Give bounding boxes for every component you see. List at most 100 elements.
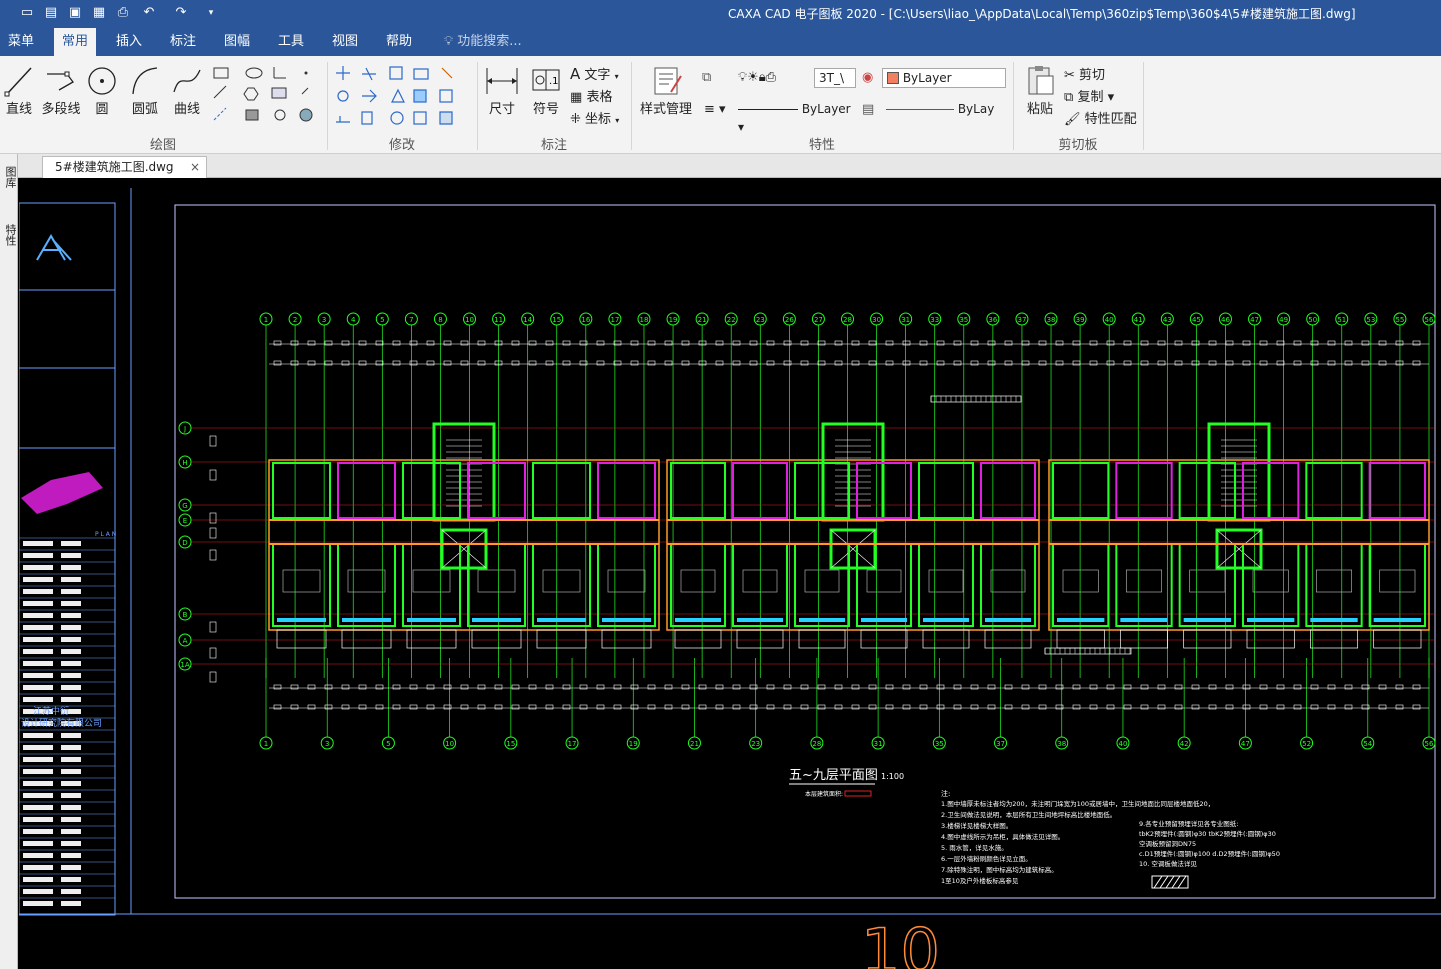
room-upper	[597, 462, 656, 519]
axis-label: 47	[1250, 316, 1259, 324]
save-as-icon[interactable]: ▦	[90, 4, 108, 22]
new-file-icon[interactable]: ▭	[18, 4, 36, 22]
axis-label: 5	[380, 316, 384, 324]
redo-icon[interactable]: ↷	[172, 4, 190, 22]
tab-sheet[interactable]: 图幅	[216, 28, 258, 56]
save-icon[interactable]: ▣	[66, 4, 84, 22]
style-manager-label: 样式管理	[639, 102, 692, 117]
furniture	[1189, 569, 1226, 593]
text-label: 文字	[584, 68, 611, 83]
coord-label: 坐标	[585, 112, 612, 127]
axis-label: 3	[325, 740, 329, 748]
room-upper	[1178, 462, 1236, 519]
style-manager-icon	[654, 67, 682, 95]
table-button[interactable]: ▦ 表格	[570, 86, 612, 105]
print-icon[interactable]: ⎙	[114, 4, 132, 22]
tab-tools[interactable]: 工具	[270, 28, 312, 56]
line-icon	[4, 67, 32, 97]
layer-dropdown[interactable]: 3T_\	[814, 68, 856, 88]
layer-manager-icon[interactable]: ⧉	[702, 70, 711, 85]
copy-label: 复制	[1077, 90, 1104, 105]
window	[861, 618, 907, 622]
cut-button[interactable]: ✂ 剪切	[1064, 64, 1105, 83]
note-line: 1至10及户外楼板标高参见	[941, 876, 1019, 885]
window	[1120, 618, 1168, 622]
color-dropdown[interactable]: ByLayer	[882, 68, 1006, 88]
axis-label: 27	[814, 316, 823, 324]
draw-small-tools-icon[interactable]	[210, 64, 320, 130]
room-upper	[1368, 462, 1426, 519]
axis-label: 28	[812, 740, 821, 748]
axis-label: 28	[843, 316, 852, 324]
function-search[interactable]: 💡︎ 功能搜索...	[444, 28, 522, 56]
axis-label: 31	[874, 740, 883, 748]
drawing-canvas[interactable]: P L A N 江苏中衍 设计研究院有限公司 1 2 3 4 5 7 8 10 11 14 15 16…	[19, 178, 1441, 969]
note-line: 6.一层外墙粉刷颜色详见立面。	[941, 854, 1032, 863]
properties-panel-tab[interactable]: 特性	[2, 224, 17, 246]
paste-button[interactable]: 粘贴	[1020, 64, 1060, 117]
text-button[interactable]: A 文字 ▾	[570, 64, 619, 83]
library-panel-tab[interactable]: 图库	[2, 166, 17, 188]
separator	[1143, 62, 1144, 150]
note-line: c.D1预埋件(:圆钢)φ100 d.D2预埋件(:圆钢)φ50	[1139, 849, 1280, 858]
circle-button[interactable]: 圆	[86, 64, 118, 117]
axis-label: B	[183, 611, 188, 619]
tab-insert[interactable]: 插入	[108, 28, 150, 56]
window	[923, 618, 969, 622]
undo-icon[interactable]: ↶	[140, 4, 158, 22]
axis-label: 7	[409, 316, 413, 324]
tab-help[interactable]: 帮助	[378, 28, 420, 56]
axis-label: 36	[988, 316, 997, 324]
line-button[interactable]: 直线	[2, 64, 36, 117]
curve-button[interactable]: 曲线	[170, 64, 204, 117]
linetype-dropdown[interactable]: ByLayer ▾	[734, 100, 856, 134]
circle-icon	[88, 67, 116, 95]
room-upper	[1305, 462, 1363, 519]
axis-label: 35	[935, 740, 944, 748]
document-tab[interactable]: 5#楼建筑施工图.dwg ×	[42, 156, 207, 178]
menu-main[interactable]: 菜单	[0, 28, 42, 56]
furniture	[1125, 569, 1163, 593]
lineweight-icon: ▤	[862, 102, 875, 117]
copy-button[interactable]: ⧉ 复制 ▾	[1064, 86, 1114, 105]
coord-button[interactable]: ⁜ 坐标 ▾	[570, 108, 619, 127]
symbol-button[interactable]: .1 符号	[526, 64, 566, 117]
match-properties-button[interactable]: 🖌︎ 特性匹配	[1064, 108, 1137, 127]
company-name-line1: 江苏中衍	[33, 705, 69, 717]
list-icon[interactable]: ≡ ▾	[704, 102, 726, 117]
arc-icon	[132, 67, 158, 95]
clipboard-group-title: 剪切板	[1058, 138, 1098, 153]
paste-label: 粘贴	[1026, 102, 1053, 117]
dimension-button[interactable]: 尺寸	[482, 64, 522, 117]
furniture	[990, 569, 1026, 593]
text-icon: A	[570, 65, 581, 83]
notes-title: 注:	[941, 789, 950, 798]
open-file-icon[interactable]: ▤	[42, 4, 60, 22]
page-number: 10	[861, 915, 940, 969]
axis-label: 18	[640, 316, 649, 324]
style-manager-button[interactable]: 样式管理	[638, 64, 694, 117]
tab-view[interactable]: 视图	[324, 28, 366, 56]
axis-label: G	[182, 502, 187, 510]
room-upper	[532, 462, 591, 519]
tab-common[interactable]: 常用	[54, 28, 97, 56]
company-name-line2: 设计研究院有限公司	[21, 717, 102, 729]
tab-annotate[interactable]: 标注	[162, 28, 204, 56]
table-label: 表格	[586, 90, 613, 105]
arc-button[interactable]: 圆弧	[128, 64, 162, 117]
balcony	[1056, 629, 1105, 649]
modify-tools-icon[interactable]	[334, 64, 474, 130]
close-icon[interactable]: ×	[190, 157, 200, 177]
axis-label: J	[183, 425, 186, 433]
axis-label: 16	[581, 316, 590, 324]
room-upper	[1242, 462, 1300, 519]
polyline-button[interactable]: 多段线	[40, 64, 82, 117]
balcony	[1119, 629, 1169, 649]
lineweight-dropdown[interactable]: ByLay	[882, 100, 1006, 120]
room-upper	[980, 462, 1036, 519]
axis-label: 41	[1134, 316, 1143, 324]
axis-label: 17	[610, 316, 619, 324]
customize-quick-access-icon[interactable]: ▾	[202, 4, 220, 22]
linetype-value: ByLayer	[801, 102, 851, 116]
color-wheel-icon[interactable]: ◉	[862, 70, 873, 85]
